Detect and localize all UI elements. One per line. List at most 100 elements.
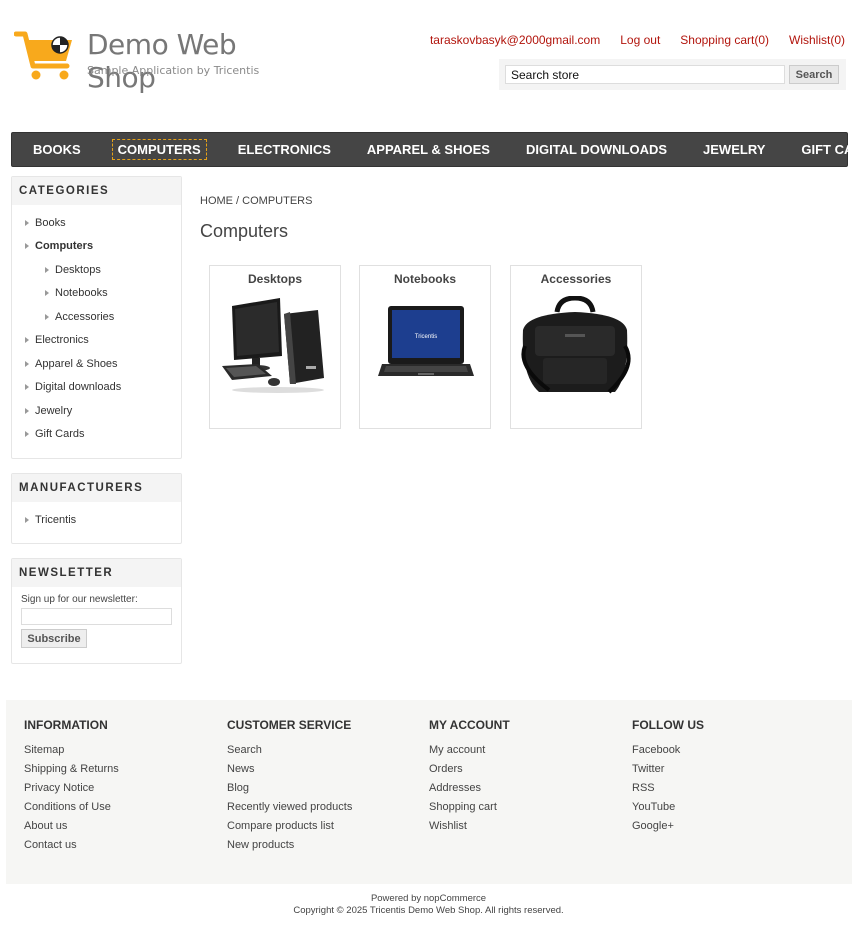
footer-column-title: Follow us <box>632 718 704 732</box>
category-label: Apparel & Shoes <box>35 357 118 370</box>
subcategory-title[interactable]: Desktops <box>210 272 340 286</box>
category-label: Digital downloads <box>35 381 122 394</box>
subcategory-notebooks[interactable]: Notebooks Tricentis <box>359 265 491 429</box>
category-item-accessories[interactable]: Accessories <box>12 305 181 329</box>
footer-link-sitemap[interactable]: Sitemap <box>24 743 119 762</box>
categories-list: Books Computers Desktops Notebooks Acces… <box>12 205 181 450</box>
category-item-electronics[interactable]: Electronics <box>12 329 181 353</box>
logo-title: Demo Web Shop <box>87 28 237 94</box>
category-item-books[interactable]: Books <box>12 211 181 235</box>
newsletter-block: Newsletter Sign up for our newsletter: S… <box>11 558 182 664</box>
footer-link-addresses[interactable]: Addresses <box>429 781 510 800</box>
footer-link-shipping-returns[interactable]: Shipping & Returns <box>24 762 119 781</box>
bullet-arrow-icon <box>45 290 49 297</box>
category-item-apparel-shoes[interactable]: Apparel & Shoes <box>12 352 181 376</box>
subcategory-title[interactable]: Accessories <box>511 272 641 286</box>
manufacturer-item-tricentis[interactable]: Tricentis <box>12 508 181 532</box>
menu-item-jewelry[interactable]: Jewelry <box>698 140 770 159</box>
bullet-arrow-icon <box>25 219 29 226</box>
subcategory-title[interactable]: Notebooks <box>360 272 490 286</box>
category-item-computers[interactable]: Computers <box>12 235 181 259</box>
subscribe-button[interactable]: Subscribe <box>21 629 87 648</box>
search-button[interactable]: Search <box>789 65 839 84</box>
top-menu: Books Computers Electronics Apparel & Sh… <box>11 132 857 167</box>
search-input[interactable]: Search store <box>505 65 785 84</box>
desktop-computer-image[interactable] <box>218 296 334 396</box>
category-label: Electronics <box>35 334 89 347</box>
footer-column-title: Information <box>24 718 108 732</box>
category-item-notebooks[interactable]: Notebooks <box>12 282 181 306</box>
logout-link[interactable]: Log out <box>620 33 660 47</box>
wishlist-link[interactable]: Wishlist(0) <box>789 33 845 47</box>
footer-link-my-account[interactable]: My account <box>429 743 510 762</box>
manufacturers-list: Tricentis <box>12 502 181 536</box>
category-item-desktops[interactable]: Desktops <box>12 258 181 282</box>
footer-link-new-products[interactable]: New products <box>227 838 352 857</box>
footer-column-information: Information Sitemap Shipping & Returns P… <box>24 718 119 857</box>
menu-item-books[interactable]: Books <box>28 140 86 159</box>
footer-link-twitter[interactable]: Twitter <box>632 762 704 781</box>
footer-link-contact-us[interactable]: Contact us <box>24 838 119 857</box>
header-links: taraskovbasyk@2000gmail.com Log out Shop… <box>430 33 845 47</box>
powered-by-text[interactable]: Powered by nopCommerce <box>371 893 486 904</box>
category-item-jewelry[interactable]: Jewelry <box>12 399 181 423</box>
page-title: Computers <box>200 221 289 241</box>
footer-link-recently-viewed[interactable]: Recently viewed products <box>227 800 352 819</box>
footer-link-search[interactable]: Search <box>227 743 352 762</box>
menu-item-gift-cards[interactable]: Gift Cards <box>796 140 857 159</box>
account-link[interactable]: taraskovbasyk@2000gmail.com <box>430 33 600 47</box>
footer-link-blog[interactable]: Blog <box>227 781 352 800</box>
category-label: Accessories <box>55 310 115 323</box>
footer-column-customer-service: Customer service Search News Blog Recent… <box>227 718 352 857</box>
bullet-arrow-icon <box>25 243 29 250</box>
footer-link-news[interactable]: News <box>227 762 352 781</box>
newsletter-email-input[interactable] <box>21 608 172 625</box>
footer-column-title: Customer service <box>227 718 352 732</box>
subcategory-desktops[interactable]: Desktops <box>209 265 341 429</box>
powered-by[interactable]: Powered by nopCommerce <box>0 893 857 904</box>
menu-item-computers[interactable]: Computers <box>111 139 207 160</box>
laptop-bag-image[interactable] <box>519 296 635 396</box>
bullet-arrow-icon <box>45 266 49 273</box>
footer-link-rss[interactable]: RSS <box>632 781 704 800</box>
menu-item-electronics[interactable]: Electronics <box>233 140 336 159</box>
footer-link-wishlist[interactable]: Wishlist <box>429 819 510 838</box>
breadcrumb: Home / Computers <box>200 195 313 207</box>
category-item-digital-downloads[interactable]: Digital downloads <box>12 376 181 400</box>
category-label: Gift Cards <box>35 428 85 441</box>
footer-link-shopping-cart[interactable]: Shopping cart <box>429 800 510 819</box>
footer: Information Sitemap Shipping & Returns P… <box>6 700 852 884</box>
logo-subtitle: Sample Application by Tricentis <box>87 64 260 77</box>
categories-title: Categories <box>12 177 181 205</box>
footer-column-follow-us: Follow us Facebook Twitter RSS YouTube G… <box>632 718 704 838</box>
subcategory-accessories[interactable]: Accessories <box>510 265 642 429</box>
category-label: Desktops <box>55 263 101 276</box>
bullet-arrow-icon <box>25 407 29 414</box>
copyright-text: Copyright © 2025 Tricentis Demo Web Shop… <box>293 905 564 916</box>
footer-link-google-plus[interactable]: Google+ <box>632 819 704 838</box>
manufacturers-title: Manufacturers <box>12 474 181 502</box>
newsletter-title: Newsletter <box>12 559 181 587</box>
bullet-arrow-icon <box>25 360 29 367</box>
footer-column-title: My account <box>429 718 510 732</box>
footer-column-my-account: My account My account Orders Addresses S… <box>429 718 510 838</box>
footer-link-about-us[interactable]: About us <box>24 819 119 838</box>
menu-item-apparel-shoes[interactable]: Apparel & Shoes <box>362 140 495 159</box>
category-label: Notebooks <box>55 287 108 300</box>
menu-item-digital-downloads[interactable]: Digital downloads <box>521 140 672 159</box>
category-item-gift-cards[interactable]: Gift Cards <box>12 423 181 447</box>
footer-link-privacy-notice[interactable]: Privacy Notice <box>24 781 119 800</box>
footer-link-facebook[interactable]: Facebook <box>632 743 704 762</box>
bullet-arrow-icon <box>25 431 29 438</box>
footer-link-compare-products[interactable]: Compare products list <box>227 819 352 838</box>
shopping-cart-link[interactable]: Shopping cart(0) <box>680 33 769 47</box>
search-box: Search store Search <box>499 59 846 90</box>
bullet-arrow-icon <box>45 313 49 320</box>
notebook-image[interactable]: Tricentis <box>368 296 484 396</box>
category-label: Jewelry <box>35 404 73 417</box>
footer-link-youtube[interactable]: YouTube <box>632 800 704 819</box>
site-logo[interactable]: Demo Web Shop Sample Application by Tric… <box>14 28 304 94</box>
manufacturers-block: Manufacturers Tricentis <box>11 473 182 544</box>
footer-link-conditions-of-use[interactable]: Conditions of Use <box>24 800 119 819</box>
footer-link-orders[interactable]: Orders <box>429 762 510 781</box>
